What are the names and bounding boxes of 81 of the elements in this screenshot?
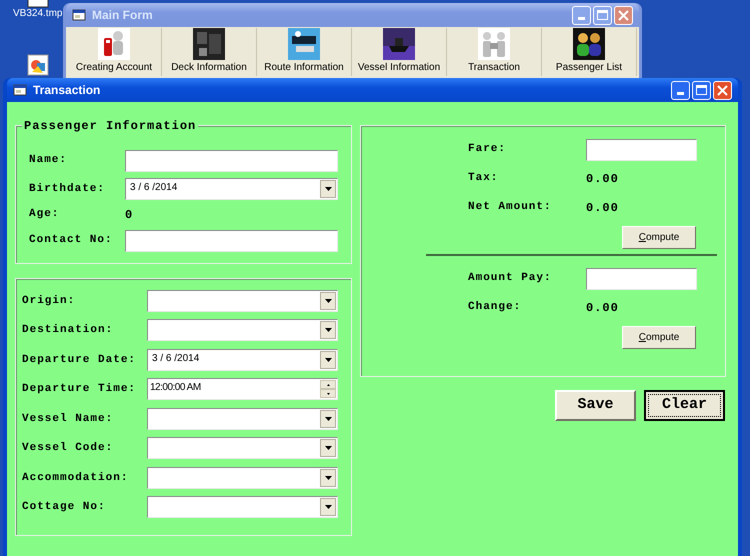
caret-icon <box>324 187 332 191</box>
field-label: Age: <box>29 207 60 222</box>
toolbar-button[interactable]: Creating Account <box>67 28 162 76</box>
document-icon <box>27 54 49 76</box>
dropdown-button[interactable] <box>320 468 336 487</box>
compute-button[interactable]: Compute <box>622 326 696 348</box>
date-picker[interactable]: 3 / 6 /2014 <box>125 178 338 200</box>
toolbar-button[interactable]: Deck Information <box>162 28 257 76</box>
toolbar-button[interactable]: Passenger List <box>542 28 637 76</box>
dropdown-field[interactable] <box>147 466 338 489</box>
close-icon <box>717 84 728 96</box>
dropdown-button[interactable] <box>320 350 336 369</box>
maximize-button[interactable] <box>692 80 711 100</box>
down-icon <box>326 392 330 395</box>
caret-icon <box>324 446 332 450</box>
dropdown-button[interactable] <box>320 321 336 340</box>
minimize-button[interactable] <box>572 6 591 24</box>
value-text: 0 <box>125 206 134 224</box>
value-text: 0.00 <box>586 300 619 316</box>
close-icon <box>618 10 629 20</box>
text-field[interactable] <box>586 268 697 290</box>
field-label: Contact No: <box>29 233 114 248</box>
field-label: Name: <box>29 153 68 168</box>
value-text: 0.00 <box>586 200 619 216</box>
action-button[interactable]: Clear <box>644 390 725 421</box>
caret-icon <box>324 505 332 510</box>
field-label: Departure Date: <box>22 352 138 368</box>
dropdown-field[interactable] <box>147 290 338 312</box>
text-field[interactable] <box>586 138 697 160</box>
dropdown-button[interactable] <box>320 498 336 516</box>
maximize-button[interactable] <box>593 6 612 24</box>
dropdown-button[interactable] <box>320 439 336 458</box>
group-icon <box>573 28 605 60</box>
field-label: Vessel Code: <box>22 441 114 456</box>
field-label: Departure Time: <box>22 382 138 397</box>
caret-icon <box>324 416 332 421</box>
field-label: Birthdate: <box>29 182 106 197</box>
field-label: Fare: <box>468 142 508 158</box>
toolbar-button[interactable]: Transaction <box>447 28 542 76</box>
ship-icon <box>383 28 415 60</box>
person-icon <box>98 28 130 60</box>
window-icon <box>72 9 86 21</box>
action-button[interactable]: Save <box>555 390 636 421</box>
spin-button[interactable] <box>320 380 336 398</box>
close-button[interactable] <box>614 6 633 24</box>
people-icon <box>478 28 510 60</box>
dropdown-field[interactable] <box>147 408 338 430</box>
dropdown-field[interactable] <box>147 319 338 342</box>
field-label: Tax: <box>468 171 500 186</box>
field-label: Vessel Name: <box>22 412 114 426</box>
value-text: 0.00 <box>586 170 619 188</box>
caret-icon <box>324 476 332 480</box>
toolbar-button[interactable]: Route Information <box>257 28 352 76</box>
caret-icon <box>324 298 332 303</box>
field-label: Destination: <box>22 323 114 338</box>
field-label: Amount Pay: <box>468 271 553 286</box>
field-label: Net Amount: <box>468 200 553 216</box>
dropdown-button[interactable] <box>320 292 336 310</box>
close-button[interactable] <box>713 80 732 100</box>
caret-icon <box>324 328 332 332</box>
text-field[interactable] <box>125 230 338 252</box>
time-picker[interactable]: 12:00:00 AM <box>147 378 338 400</box>
window-icon <box>13 84 27 96</box>
field-label: Cottage No: <box>22 500 107 515</box>
field-label: Origin: <box>22 294 76 308</box>
compute-button[interactable]: Compute <box>622 226 696 248</box>
minimize-button[interactable] <box>671 80 690 100</box>
dropdown-field[interactable] <box>147 437 338 460</box>
window-title: Main Form <box>92 7 153 24</box>
window-title: Transaction <box>33 82 100 99</box>
field-label: Accommodation: <box>22 470 130 486</box>
field-label: Change: <box>468 300 522 316</box>
icon-label[interactable]: VB324.tmp <box>13 8 62 20</box>
toolbar-button[interactable]: Vessel Information <box>352 28 447 76</box>
date-picker[interactable]: 3 / 6 /2014 <box>147 348 338 371</box>
dropdown-button[interactable] <box>320 410 336 428</box>
up-icon <box>326 384 330 386</box>
caret-icon <box>324 358 332 362</box>
dropdown-field[interactable] <box>147 496 338 518</box>
text-field[interactable] <box>125 150 338 172</box>
dropdown-button[interactable] <box>320 180 336 198</box>
